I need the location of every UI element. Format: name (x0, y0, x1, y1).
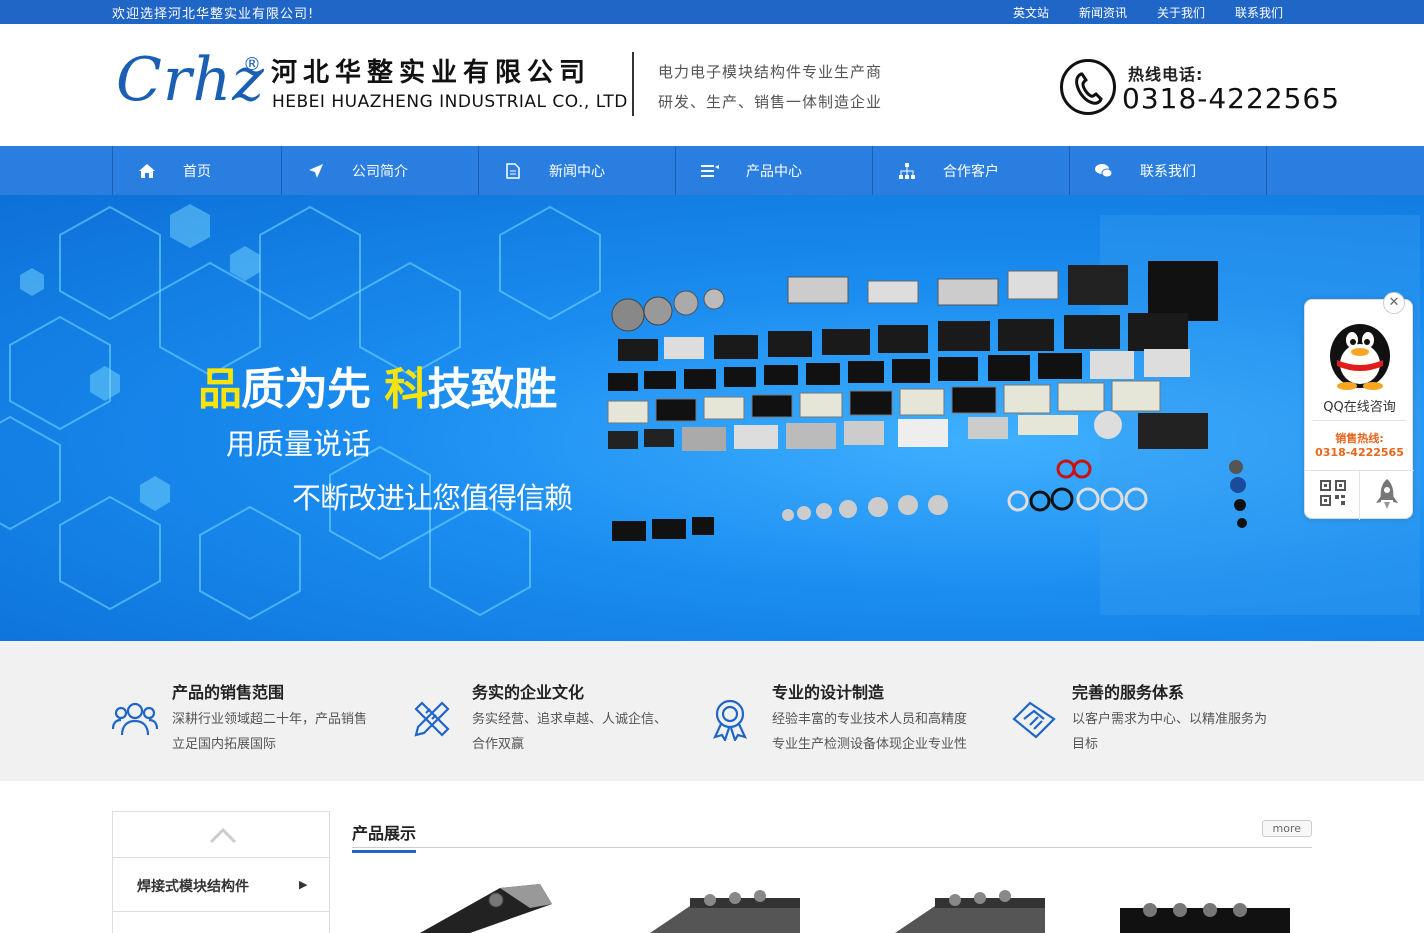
nav-label: 产品中心 (746, 163, 802, 180)
qq-penguin-icon[interactable] (1325, 314, 1395, 390)
list-icon (700, 161, 720, 181)
top-link-about[interactable]: 关于我们 (1157, 4, 1205, 21)
products-collage-image (607, 261, 1247, 541)
slogan-line-2: 研发、生产、销售一体制造企业 (658, 93, 883, 111)
nav-item-products[interactable]: 产品中心 (676, 146, 873, 195)
header-divider (632, 52, 634, 116)
caret-right-icon: ▶ (299, 878, 308, 891)
logo-registered: ® (243, 54, 261, 75)
top-bar: 欢迎选择河北华整实业有限公司! 英文站 新闻资讯 关于我们 联系我们 (0, 0, 1424, 24)
send-icon (306, 161, 326, 181)
top-link-news[interactable]: 新闻资讯 (1079, 4, 1127, 21)
top-link-contact[interactable]: 联系我们 (1235, 4, 1283, 21)
feature-title: 产品的销售范围 (172, 683, 285, 702)
welcome-text: 欢迎选择河北华整实业有限公司! (112, 7, 315, 22)
nav-item-clients[interactable]: 合作客户 (873, 146, 1070, 195)
product-thumbnail[interactable] (895, 888, 1045, 933)
back-to-top-icon[interactable] (1375, 478, 1399, 510)
nav-item-news[interactable]: 新闻中心 (479, 146, 676, 195)
banner-headline: 品质为先 科技致胜 (198, 364, 557, 415)
nav-item-contact[interactable]: 联系我们 (1070, 146, 1267, 195)
sales-hotline-number: 0318-4222565 (1315, 446, 1404, 459)
nav-item-home[interactable]: 首页 (113, 146, 282, 195)
company-name-en: HEBEI HUAZHENG INDUSTRIAL CO., LTD (272, 92, 628, 112)
slogan-line-1: 电力电子模块结构件专业生产商 (658, 63, 883, 81)
nav-label: 公司简介 (352, 163, 408, 180)
feature-title: 完善的服务体系 (1072, 683, 1185, 702)
users-icon (112, 702, 158, 736)
hero-banner[interactable]: 品质为先 科技致胜 用质量说话 不断改进让您值得信赖 (0, 195, 1424, 641)
sidebar-item-welded-module[interactable]: 焊接式模块结构件 ▶ (113, 857, 329, 912)
sitemap-icon (897, 161, 917, 181)
top-link-english[interactable]: 英文站 (1013, 4, 1049, 21)
nav-label: 首页 (183, 163, 211, 180)
sales-hotline-label: 销售热线: (1335, 432, 1384, 445)
hotline-number: 0318-4222565 (1122, 82, 1341, 115)
product-thumbnail[interactable] (650, 888, 800, 933)
feature-title: 专业的设计制造 (772, 683, 885, 702)
banner-subline-1: 用质量说话 (226, 427, 372, 461)
document-icon (503, 161, 523, 181)
nav-label: 新闻中心 (549, 163, 605, 180)
top-links: 英文站 新闻资讯 关于我们 联系我们 (1013, 4, 1313, 21)
tools-icon (414, 701, 450, 737)
feature-title: 务实的企业文化 (472, 683, 585, 702)
feature-culture: 务实的企业文化 务实经营、追求卓越、人诚企信、合作双赢 (412, 641, 702, 781)
product-thumbnail[interactable] (1120, 900, 1290, 933)
nav-label: 合作客户 (943, 163, 999, 180)
award-icon (712, 699, 748, 741)
more-button[interactable]: more (1261, 820, 1312, 837)
feature-desc: 深耕行业领域超二十年，产品销售立足国内拓展国际 (172, 712, 368, 752)
qq-consult-label[interactable]: QQ在线咨询 (1305, 396, 1414, 415)
qq-consult-widget: ✕ QQ在线咨询 销售热线: 0318-4222565 (1304, 292, 1414, 520)
feature-desc: 以客户需求为中心、以精准服务为目标 (1072, 712, 1268, 752)
product-category-sidebar: 焊接式模块结构件 ▶ (112, 811, 330, 933)
product-showcase-header: 产品展示 more (352, 820, 1312, 853)
features-strip: 产品的销售范围 深耕行业领域超二十年，产品销售立足国内拓展国际 务实的企业文化 … (0, 641, 1424, 781)
site-header: Crhz ® 河北华整实业有限公司 HEBEI HUAZHENG INDUSTR… (0, 24, 1424, 146)
nav-label: 联系我们 (1140, 163, 1196, 180)
main-nav: 首页 公司简介 新闻中心 产品中心 合作客户 联系我们 (0, 146, 1424, 195)
feature-desc: 务实经营、追求卓越、人诚企信、合作双赢 (472, 712, 668, 752)
handshake-icon (1012, 701, 1056, 739)
chevron-up-icon[interactable] (209, 826, 237, 844)
sidebar-item-label: 焊接式模块结构件 (137, 879, 249, 895)
nav-item-about[interactable]: 公司简介 (282, 146, 479, 195)
feature-desc: 经验丰富的专业技术人员和高精度专业生产检测设备体现企业专业性 (772, 712, 968, 752)
company-name-cn: 河北华整实业有限公司 (271, 58, 592, 88)
section-title: 产品展示 (352, 820, 417, 853)
qr-code-icon[interactable] (1320, 480, 1346, 506)
home-icon (137, 161, 157, 181)
chat-icon (1094, 161, 1114, 181)
feature-sales-scope: 产品的销售范围 深耕行业领域超二十年，产品销售立足国内拓展国际 (112, 641, 402, 781)
banner-subline-2: 不断改进让您值得信赖 (292, 481, 573, 515)
feature-service: 完善的服务体系 以客户需求为中心、以精准服务为目标 (1012, 641, 1302, 781)
close-icon[interactable]: ✕ (1383, 292, 1405, 314)
product-thumbnail[interactable] (410, 874, 560, 933)
phone-icon (1060, 59, 1116, 115)
feature-design: 专业的设计制造 经验丰富的专业技术人员和高精度专业生产检测设备体现企业专业性 (712, 641, 1002, 781)
